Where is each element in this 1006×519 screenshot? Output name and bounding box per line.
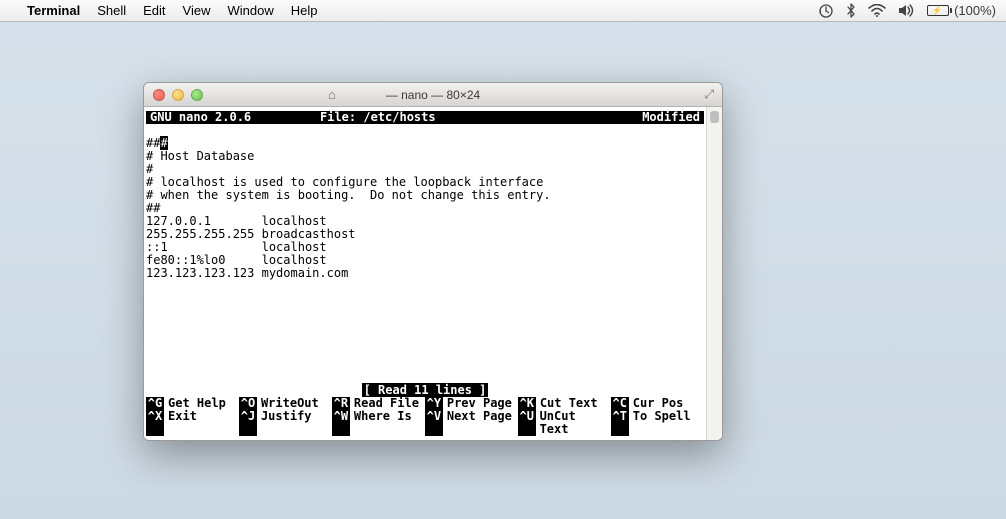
- file-line: 123.123.123.123 mydomain.com: [146, 267, 704, 280]
- terminal-content[interactable]: GNU nano 2.0.6 File: /etc/hosts Modified…: [144, 107, 706, 440]
- titlebar[interactable]: ⌂ — nano — 80×24 ⤢: [144, 83, 722, 107]
- file-line: # when the system is booting. Do not cha…: [146, 189, 704, 202]
- bluetooth-icon[interactable]: [846, 3, 856, 18]
- close-button[interactable]: [153, 89, 165, 101]
- volume-icon[interactable]: [898, 4, 915, 17]
- shortcut-key: ^U: [518, 410, 536, 436]
- shortcut-where-is: ^WWhere Is: [332, 410, 425, 436]
- scrollbar[interactable]: [706, 107, 722, 440]
- terminal-window: ⌂ — nano — 80×24 ⤢ GNU nano 2.0.6 File: …: [143, 82, 723, 441]
- battery-status[interactable]: ⚡ (100%): [927, 3, 996, 18]
- file-line: # Host Database: [146, 150, 704, 163]
- cursor: #: [160, 136, 167, 150]
- shortcut-key: ^V: [425, 410, 443, 436]
- app-name[interactable]: Terminal: [27, 3, 80, 18]
- menu-edit[interactable]: Edit: [143, 3, 165, 18]
- menu-help[interactable]: Help: [291, 3, 318, 18]
- shortcut-key: ^T: [611, 410, 629, 436]
- menu-shell[interactable]: Shell: [97, 3, 126, 18]
- battery-percent: (100%): [954, 3, 996, 18]
- minimize-button[interactable]: [172, 89, 184, 101]
- shortcut-label: UnCut Text: [536, 410, 611, 436]
- shortcut-justify: ^JJustify: [239, 410, 332, 436]
- shortcut-label: Exit: [164, 410, 197, 436]
- shortcut-next-page: ^VNext Page: [425, 410, 518, 436]
- shortcut-label: Next Page: [443, 410, 512, 436]
- nano-version: GNU nano 2.0.6: [150, 111, 320, 124]
- shortcut-exit: ^XExit: [146, 410, 239, 436]
- shortcut-key: ^J: [239, 410, 257, 436]
- shortcut-key: ^X: [146, 410, 164, 436]
- shortcut-uncut-text: ^UUnCut Text: [518, 410, 611, 436]
- nano-file: File: /etc/hosts: [320, 111, 620, 124]
- menu-view[interactable]: View: [183, 3, 211, 18]
- fullscreen-icon[interactable]: ⤢: [704, 87, 714, 102]
- nano-modified: Modified: [620, 111, 700, 124]
- nano-header: GNU nano 2.0.6 File: /etc/hosts Modified: [146, 111, 704, 124]
- plug-icon: ⚡: [932, 7, 942, 15]
- wifi-icon[interactable]: [868, 4, 886, 17]
- menu-bar: Terminal Shell Edit View Window Help ⚡ (…: [0, 0, 1006, 22]
- zoom-button[interactable]: [191, 89, 203, 101]
- time-machine-icon[interactable]: [818, 3, 834, 19]
- home-icon: ⌂: [328, 87, 336, 102]
- shortcut-label: To Spell: [629, 410, 691, 436]
- window-title: — nano — 80×24: [386, 88, 480, 102]
- menu-window[interactable]: Window: [228, 3, 274, 18]
- shortcut-label: Where Is: [350, 410, 412, 436]
- shortcut-key: ^W: [332, 410, 350, 436]
- scrollbar-thumb[interactable]: [710, 111, 719, 123]
- shortcut-label: Justify: [257, 410, 312, 436]
- shortcut-to-spell: ^TTo Spell: [611, 410, 704, 436]
- nano-shortcuts: ^GGet Help^OWriteOut^RRead File^YPrev Pa…: [146, 397, 704, 436]
